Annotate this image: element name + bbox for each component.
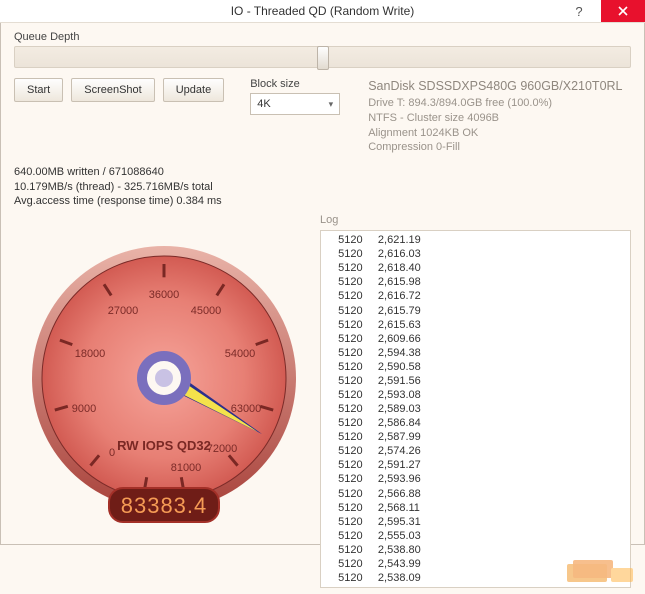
block-size-select[interactable]: 4K ▾ (250, 93, 340, 115)
svg-text:81000: 81000 (171, 462, 202, 474)
block-size-group: Block size 4K ▾ (250, 78, 340, 115)
svg-text:72000: 72000 (207, 443, 238, 455)
help-button[interactable]: ? (557, 0, 601, 22)
queue-depth-label: Queue Depth (14, 31, 631, 43)
log-label: Log (320, 214, 631, 226)
close-icon (618, 6, 628, 16)
block-size-value: 4K (257, 98, 270, 110)
queue-depth-slider[interactable] (14, 46, 631, 68)
chevron-down-icon: ▾ (329, 99, 334, 110)
watermark-logo (565, 558, 637, 588)
app-window: IO - Threaded QD (Random Write) ? Queue … (0, 0, 645, 545)
log-line: 5120 2,593.96 (329, 472, 628, 486)
log-line: 5120 2,593.08 (329, 388, 628, 402)
log-line: 5120 2,587.99 (329, 430, 628, 444)
log-line: 5120 2,589.03 (329, 402, 628, 416)
gauge: 0 9000 18000 27000 36000 45000 54000 630… (14, 214, 314, 588)
gauge-readout: 83383.4 (121, 493, 208, 518)
log-line: 5120 2,568.11 (329, 501, 628, 515)
svg-text:18000: 18000 (75, 348, 106, 360)
content: Queue Depth Start ScreenShot Update Bloc… (0, 23, 645, 594)
log-panel: Log 5120 2,621.19 5120 2,616.03 5120 2,6… (320, 214, 631, 588)
close-button[interactable] (601, 0, 645, 22)
drive-alignment: Alignment 1024KB OK (368, 126, 622, 141)
stats-throughput: 10.179MB/s (thread) - 325.716MB/s total (14, 180, 631, 194)
log-line: 5120 2,618.40 (329, 261, 628, 275)
drive-space: Drive T: 894.3/894.0GB free (100.0%) (368, 96, 622, 111)
log-line: 5120 2,566.88 (329, 487, 628, 501)
gauge-label: RW IOPS QD32 (117, 438, 211, 453)
slider-thumb[interactable] (317, 46, 329, 70)
log-line: 5120 2,609.66 (329, 332, 628, 346)
svg-text:27000: 27000 (108, 305, 139, 317)
gauge-svg: 0 9000 18000 27000 36000 45000 54000 630… (14, 218, 314, 548)
svg-text:45000: 45000 (191, 305, 222, 317)
log-line: 5120 2,586.84 (329, 416, 628, 430)
log-line: 5120 2,591.56 (329, 374, 628, 388)
log-line: 5120 2,595.31 (329, 515, 628, 529)
main-row: 0 9000 18000 27000 36000 45000 54000 630… (14, 214, 631, 588)
log-line: 5120 2,615.63 (329, 318, 628, 332)
log-line: 5120 2,590.58 (329, 360, 628, 374)
drive-fs: NTFS - Cluster size 4096B (368, 111, 622, 126)
drive-compression: Compression 0-Fill (368, 140, 622, 155)
log-line: 5120 2,594.38 (329, 346, 628, 360)
screenshot-button[interactable]: ScreenShot (71, 78, 154, 102)
controls-row: Start ScreenShot Update Block size 4K ▾ … (14, 78, 631, 155)
svg-text:9000: 9000 (72, 403, 96, 415)
titlebar: IO - Threaded QD (Random Write) ? (0, 0, 645, 23)
svg-text:36000: 36000 (149, 289, 180, 301)
titlebar-controls: ? (557, 0, 645, 22)
log-line: 5120 2,616.03 (329, 247, 628, 261)
log-line: 5120 2,615.98 (329, 275, 628, 289)
log-line: 5120 2,616.72 (329, 289, 628, 303)
start-button[interactable]: Start (14, 78, 63, 102)
stats-written: 640.00MB written / 671088640 (14, 165, 631, 179)
window-title: IO - Threaded QD (Random Write) (0, 4, 645, 18)
drive-name: SanDisk SDSSDXPS480G 960GB/X210T0RL (368, 78, 622, 95)
block-size-label: Block size (250, 78, 340, 90)
drive-info: SanDisk SDSSDXPS480G 960GB/X210T0RL Driv… (368, 78, 622, 155)
log-list[interactable]: 5120 2,621.19 5120 2,616.03 5120 2,618.4… (320, 230, 631, 588)
log-line: 5120 2,555.03 (329, 529, 628, 543)
stats: 640.00MB written / 671088640 10.179MB/s … (14, 165, 631, 208)
log-line: 5120 2,591.27 (329, 458, 628, 472)
stats-latency: Avg.access time (response time) 0.384 ms (14, 194, 631, 208)
log-line: 5120 2,615.79 (329, 304, 628, 318)
log-line: 5120 2,574.26 (329, 444, 628, 458)
svg-text:0: 0 (109, 447, 115, 459)
log-line: 5120 2,621.19 (329, 233, 628, 247)
svg-text:54000: 54000 (225, 348, 256, 360)
update-button[interactable]: Update (163, 78, 224, 102)
svg-text:63000: 63000 (231, 403, 262, 415)
